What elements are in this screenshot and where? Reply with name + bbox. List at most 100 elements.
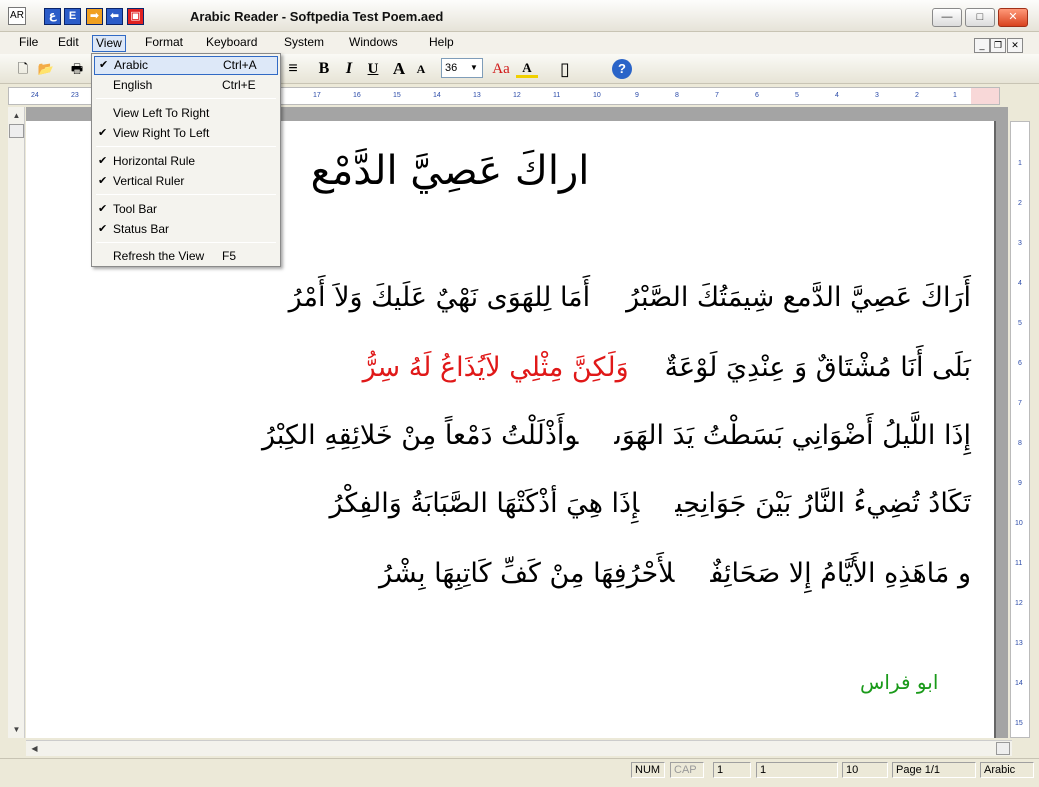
menu-option-label: View Left To Right (113, 106, 210, 120)
help-icon[interactable]: ? (612, 59, 632, 79)
ruler-tick: 15 (393, 92, 401, 99)
ruler-tick: 13 (473, 92, 481, 99)
ruler-tick: 11 (553, 92, 561, 99)
ruler-tick: 6 (1018, 360, 1022, 367)
menu-option-shortcut: Ctrl+A (223, 58, 257, 72)
menu-option-arabic[interactable]: ✔ Arabic Ctrl+A (94, 56, 278, 75)
menu-windows[interactable]: Windows (346, 35, 401, 52)
close-button[interactable]: ✕ (998, 8, 1028, 27)
menu-option-shortcut: F5 (222, 249, 237, 263)
verse-first-hemistich: و مَاهَذِهِ الأَيَّامُ إِلا صَحَائِفٌ (710, 558, 971, 589)
mdi-restore-button[interactable]: ❐ (990, 38, 1006, 53)
checkmark-icon: ✔ (98, 203, 108, 215)
menu-option-status-bar[interactable]: ✔ Status Bar (94, 220, 278, 239)
menu-file[interactable]: File (16, 35, 41, 52)
vertical-scrollbar[interactable]: ▲ ▼ (8, 107, 25, 738)
horizontal-scrollbar[interactable]: ◀ (26, 740, 1012, 756)
menu-option-refresh[interactable]: Refresh the View F5 (94, 247, 278, 266)
menu-option-label: Vertical Ruler (113, 174, 185, 188)
ruler-tick: 3 (875, 92, 879, 99)
scroll-left-icon[interactable]: ◀ (27, 741, 42, 756)
minimize-button[interactable]: — (932, 8, 962, 27)
menu-separator (96, 194, 276, 195)
scroll-thumb[interactable] (996, 742, 1010, 755)
ruler-tick: 3 (1018, 240, 1022, 247)
chevron-down-icon[interactable]: ▼ (467, 60, 481, 76)
ltr-arrow-icon[interactable]: ➡ (86, 8, 103, 25)
ruler-tick: 2 (915, 92, 919, 99)
font-size-value: 36 (445, 62, 458, 74)
new-document-icon[interactable]: 🗋 (12, 59, 34, 79)
underline-button[interactable]: U (362, 59, 384, 79)
stop-icon[interactable]: ▣ (127, 8, 144, 25)
status-field: 1 (756, 762, 838, 778)
checkmark-icon: ✔ (98, 155, 108, 167)
ruler-tick: 1 (1018, 160, 1022, 167)
menu-option-english[interactable]: English Ctrl+E (94, 76, 278, 95)
bold-button[interactable]: B (313, 59, 335, 79)
open-folder-icon[interactable]: 📂 (35, 59, 57, 79)
font-size-select[interactable]: 36 ▼ (441, 58, 483, 78)
menu-system[interactable]: System (281, 35, 327, 52)
menu-keyboard[interactable]: Keyboard (203, 35, 260, 52)
ruler-tick: 1 (953, 92, 957, 99)
scroll-down-icon[interactable]: ▼ (9, 722, 24, 737)
font-color-button[interactable]: Aa (490, 59, 512, 79)
scroll-up-icon[interactable]: ▲ (9, 108, 24, 123)
menu-edit[interactable]: Edit (55, 35, 82, 52)
rtl-arrow-icon[interactable]: ⬅ (106, 8, 123, 25)
verse-first-hemistich: تَكَادُ تُضِيءُ النَّارُ بَيْنَ جَوَانِح… (675, 488, 971, 519)
menu-option-label: Arabic (114, 58, 149, 72)
ruler-tick: 9 (635, 92, 639, 99)
app-icon[interactable]: AR (8, 7, 26, 25)
view-menu-dropdown: ✔ Arabic Ctrl+A English Ctrl+E View Left… (91, 53, 281, 267)
window-title: Arabic Reader - Softpedia Test Poem.aed (190, 9, 444, 24)
arabic-mode-icon[interactable]: ع (44, 8, 61, 25)
poem-title: اراكَ عَصِيَّ الدَّمْع (310, 148, 590, 194)
ruler-tick: 5 (1018, 320, 1022, 327)
verse-first-hemistich: إِذَا اللَّيلُ أَضْوَانِي بَسَطْتُ يَدَ … (614, 420, 971, 451)
mdi-minimize-button[interactable]: _ (974, 38, 990, 53)
shrink-font-button[interactable]: A (410, 59, 432, 79)
status-field: 1 (713, 762, 751, 778)
ruler-margin[interactable] (971, 88, 999, 104)
verse-second-hemistich: وَلَكِنَّ مِثْلِي لاَيُذَاعُ لَهُ سِرُّ (362, 352, 629, 383)
menu-option-left-to-right[interactable]: View Left To Right (94, 104, 278, 123)
menu-option-shortcut: Ctrl+E (222, 78, 256, 92)
menu-option-label: Refresh the View (113, 249, 205, 263)
verse-line: إِذَا اللَّيلُ أَضْوَانِي بَسَطْتُ يَدَ … (262, 420, 971, 460)
ruler-tick: 7 (715, 92, 719, 99)
ruler-tick: 6 (755, 92, 759, 99)
ruler-tick: 14 (1015, 680, 1023, 687)
verse-line: أَرَاكَ عَصِيَّ الدَّمع شِيمَتُكَ الصَّب… (289, 282, 971, 322)
maximize-button[interactable]: □ (965, 8, 995, 27)
mdi-close-button[interactable]: ✕ (1007, 38, 1023, 53)
page-view-icon[interactable]: ▯ (554, 59, 576, 79)
ruler-tick: 15 (1015, 720, 1023, 727)
ruler-tick: 12 (1015, 600, 1023, 607)
menu-help[interactable]: Help (426, 35, 457, 52)
checkmark-icon: ✔ (98, 175, 108, 187)
menu-option-vertical-ruler[interactable]: ✔ Vertical Ruler (94, 172, 278, 191)
verse-second-hemistich: أَمَا لِلهَوَى نَهْيٌ عَلَيكَ وَلاَ أَمْ… (288, 282, 591, 313)
menu-option-tool-bar[interactable]: ✔ Tool Bar (94, 200, 278, 219)
scroll-thumb[interactable] (9, 124, 24, 138)
menu-separator (96, 146, 276, 147)
status-field: 10 (842, 762, 888, 778)
italic-button[interactable]: I (338, 59, 360, 79)
ruler-tick: 17 (313, 92, 321, 99)
menu-format[interactable]: Format (142, 35, 186, 52)
menu-view[interactable]: View (92, 35, 126, 52)
ruler-tick: 9 (1018, 480, 1022, 487)
verse-line: بَلَى أَنَا مُشْتَاقٌ وَ عِنْدِيَ لَوْعَ… (363, 352, 971, 392)
menu-option-right-to-left[interactable]: ✔ View Right To Left (94, 124, 278, 143)
align-icon[interactable]: ≡ (282, 59, 304, 79)
highlight-button[interactable]: A (516, 59, 538, 78)
grow-font-button[interactable]: A (388, 59, 410, 79)
menu-bar: File Edit View Format Keyboard System Wi… (0, 32, 1039, 54)
english-mode-icon[interactable]: E (64, 8, 81, 25)
print-icon[interactable]: 🖶 (66, 59, 88, 79)
menu-separator (96, 98, 276, 99)
menu-option-horizontal-rule[interactable]: ✔ Horizontal Rule (94, 152, 278, 171)
ruler-tick: 10 (593, 92, 601, 99)
